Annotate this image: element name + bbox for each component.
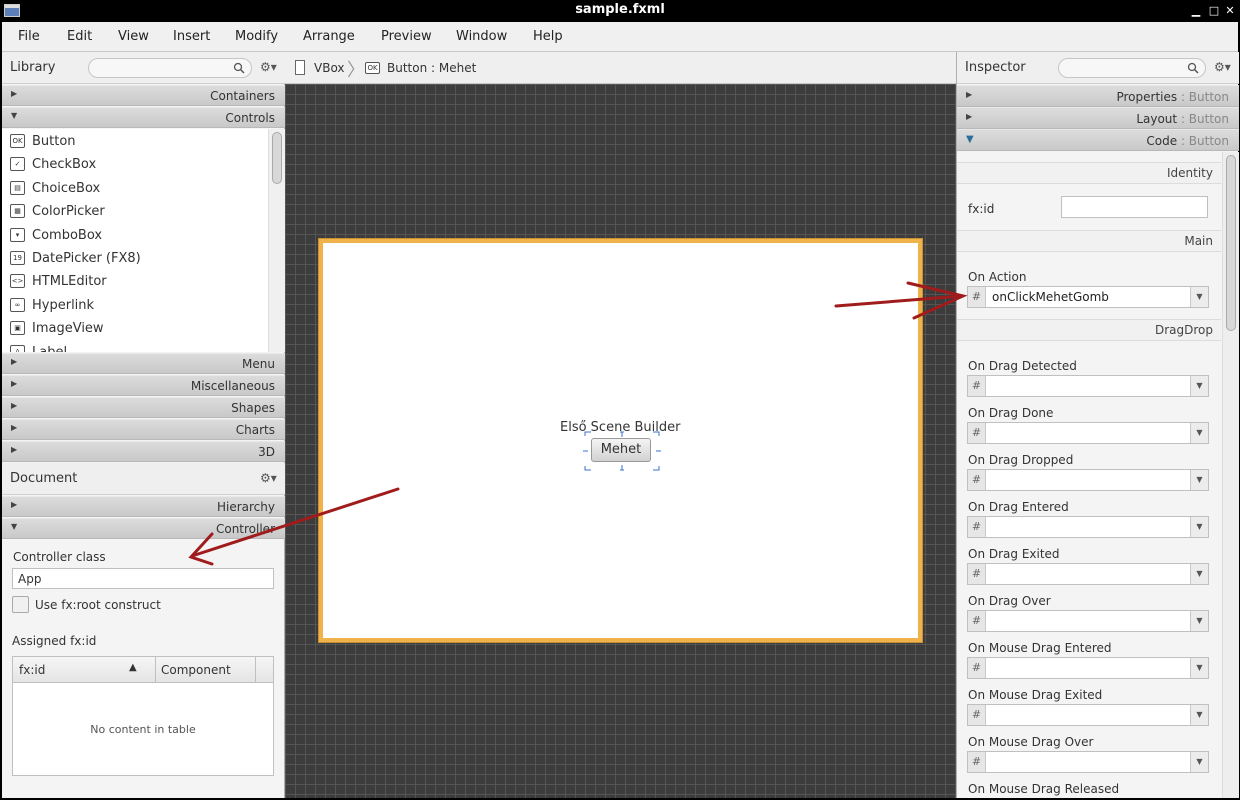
arrow-to-controller-class: [190, 487, 400, 558]
annotation-arrows: [188, 281, 968, 566]
